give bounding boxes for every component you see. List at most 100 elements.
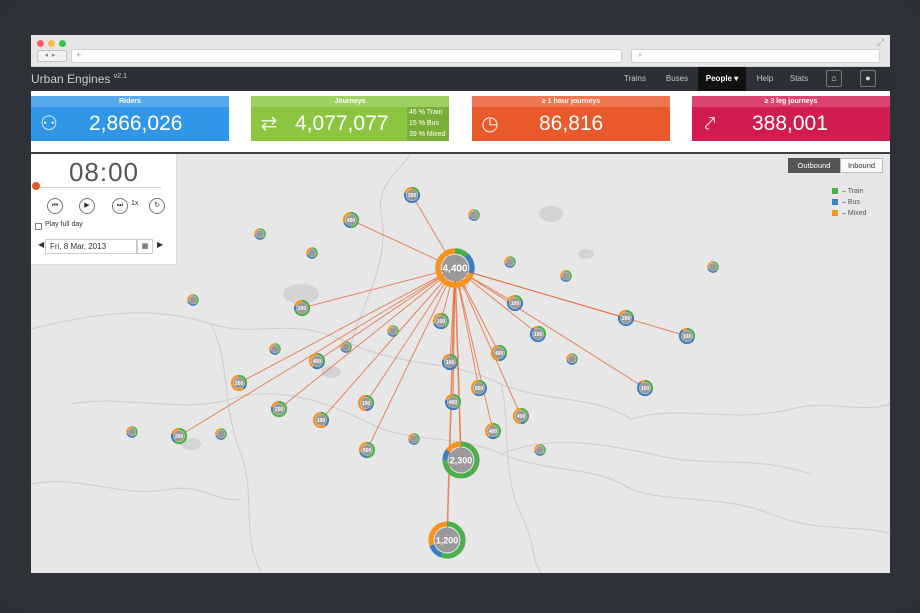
nav-trains[interactable]: Trains <box>621 67 649 91</box>
minor-node[interactable] <box>504 256 516 268</box>
back-forward-icon[interactable]: ◂▸ <box>37 50 67 62</box>
flow-node[interactable]: 500 <box>470 379 488 397</box>
flow-node[interactable]: 1,200 <box>428 521 466 559</box>
boundary-line <box>630 488 890 535</box>
flow-node[interactable]: 200 <box>617 309 635 327</box>
play-icon[interactable]: ▶ <box>79 198 95 214</box>
nav-help[interactable]: Help <box>753 67 777 91</box>
journey-mode-split: 46 % Train 15 % Bus 39 % Mixed <box>407 107 449 141</box>
minor-node[interactable] <box>187 294 199 306</box>
node-label: 200 <box>275 407 284 413</box>
mode-arc <box>533 325 539 330</box>
flow-node[interactable]: 500 <box>358 441 376 459</box>
legend-train-swatch <box>832 188 838 195</box>
home-icon[interactable]: ⌂ <box>826 70 842 87</box>
hub-node[interactable]: 4,400 <box>435 248 475 288</box>
flow-nodes[interactable]: 300 400 200 100 100 400 100 200 100 400 200 400 500 1… <box>126 186 719 559</box>
fast-forward-icon[interactable]: ⏭ <box>112 198 128 214</box>
nav-people[interactable]: People ▾ <box>698 67 746 91</box>
url-bar[interactable]: + <box>71 49 622 63</box>
close-dot-icon[interactable] <box>37 40 44 47</box>
hour-journeys-label: ≥ 1 hour journeys <box>472 96 670 107</box>
flow-node[interactable]: 200 <box>293 299 311 317</box>
flow-node[interactable]: 400 <box>342 211 360 229</box>
journeys-value: 4,077,077 <box>295 112 389 135</box>
prev-date-icon[interactable]: ◀ <box>38 240 44 249</box>
minor-node[interactable] <box>126 426 138 438</box>
boundary-line <box>31 481 242 501</box>
legend-mixed: – Mixed <box>832 208 867 219</box>
time-slider[interactable] <box>36 187 161 188</box>
minor-node[interactable] <box>306 247 318 259</box>
zoom-dot-icon[interactable] <box>59 40 66 47</box>
brand-logo[interactable]: Urban Engines v2.1 <box>31 72 127 86</box>
outbound-toggle[interactable]: Outbound <box>788 158 840 173</box>
user-icon[interactable]: ● <box>860 70 876 87</box>
flow-node[interactable]: 100 <box>636 379 654 397</box>
nav-buses[interactable]: Buses <box>663 67 691 91</box>
flow-node[interactable]: 100 <box>506 294 524 312</box>
minor-node[interactable] <box>566 353 578 365</box>
speed-label[interactable]: 1x <box>131 200 138 207</box>
minor-node[interactable] <box>254 228 266 240</box>
journeys-label: Journeys <box>251 96 449 107</box>
mixed-share: 39 % Mixed <box>409 131 446 138</box>
node-label: 100 <box>511 301 520 307</box>
node-label: 500 <box>475 386 484 392</box>
legend-bus: – Bus <box>832 197 867 208</box>
reset-icon[interactable]: ↻ <box>149 198 165 214</box>
node-label: 200 <box>235 381 244 387</box>
legend-bus-swatch <box>832 199 838 206</box>
app-navbar: Urban Engines v2.1 Trains Buses People ▾… <box>31 67 890 91</box>
minor-node[interactable] <box>269 343 281 355</box>
node-label: 100 <box>317 418 326 424</box>
flow-node[interactable]: 100 <box>432 312 450 330</box>
flow-line <box>454 267 494 432</box>
boundary-line <box>630 403 890 420</box>
minor-node[interactable] <box>534 444 546 456</box>
node-label: 2,300 <box>450 456 473 466</box>
minimize-dot-icon[interactable] <box>48 40 55 47</box>
minor-node[interactable] <box>560 270 572 282</box>
rewind-icon[interactable]: ⏮ <box>47 198 63 214</box>
flow-node[interactable]: 400 <box>512 407 530 425</box>
flow-node[interactable]: 100 <box>312 411 330 429</box>
flow-node[interactable]: 100 <box>357 394 375 412</box>
flow-node[interactable]: 200 <box>270 400 288 418</box>
inbound-toggle[interactable]: Inbound <box>840 158 883 173</box>
node-core <box>256 230 264 238</box>
flow-node[interactable]: 200 <box>170 427 188 445</box>
hour-journeys-card: ≥ 1 hour journeys ◷ 86,816 <box>472 96 670 141</box>
nav-stats[interactable]: Stats <box>785 67 813 91</box>
flow-node[interactable]: 400 <box>484 422 502 440</box>
minor-node[interactable] <box>387 325 399 337</box>
mode-arc <box>488 435 498 440</box>
play-full-day-checkbox[interactable] <box>35 223 42 230</box>
flow-node[interactable]: 2,300 <box>442 441 480 479</box>
legend-mixed-swatch <box>832 210 838 217</box>
node-core <box>308 249 316 257</box>
flow-node[interactable]: 100 <box>441 353 459 371</box>
minor-node[interactable] <box>408 433 420 445</box>
flow-node[interactable]: 300 <box>403 186 421 204</box>
node-label: 100 <box>641 386 650 392</box>
browser-search-bar[interactable]: ⌕ <box>631 49 880 63</box>
flow-node[interactable]: 400 <box>308 352 326 370</box>
minor-node[interactable] <box>468 209 480 221</box>
flow-node[interactable]: 400 <box>490 344 508 362</box>
minor-node[interactable] <box>707 261 719 273</box>
flow-node[interactable]: 100 <box>529 325 547 343</box>
minor-node[interactable] <box>340 341 352 353</box>
minor-node[interactable] <box>215 428 227 440</box>
flow-node[interactable]: 200 <box>230 374 248 392</box>
next-date-icon[interactable]: ▶ <box>157 240 163 249</box>
flow-node[interactable]: 100 <box>678 327 696 345</box>
new-tab-icon[interactable]: + <box>76 50 81 60</box>
flow-node[interactable]: 400 <box>444 393 462 411</box>
expand-icon[interactable]: ⤢ <box>877 37 884 48</box>
time-slider-handle[interactable] <box>32 182 40 190</box>
date-field[interactable]: Fri, 8 Mar, 2013 <box>45 239 137 254</box>
calendar-icon[interactable]: ▦ <box>137 239 153 254</box>
node-label: 400 <box>347 218 356 224</box>
riders-label: Riders <box>31 96 229 107</box>
